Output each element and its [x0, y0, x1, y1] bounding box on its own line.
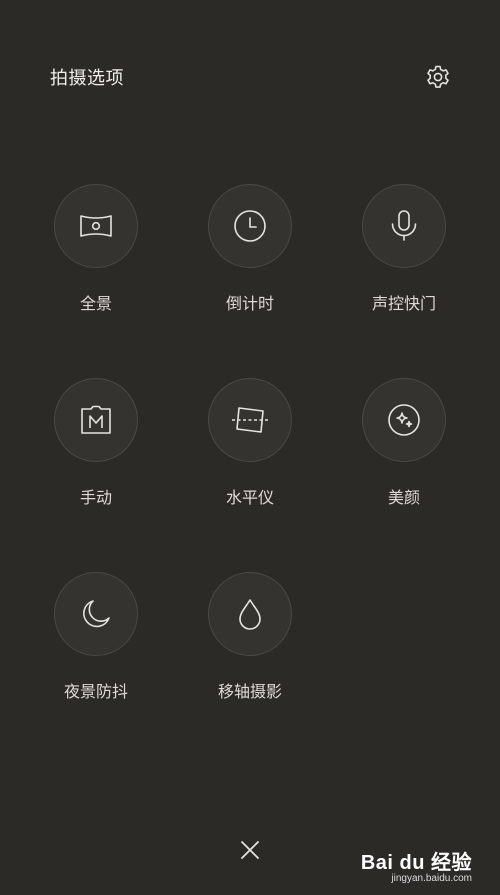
- manual-icon: [81, 405, 111, 434]
- option-night-stabilization[interactable]: 夜景防抖: [36, 572, 156, 702]
- option-voice-shutter[interactable]: 声控快门: [344, 184, 464, 314]
- option-timer[interactable]: 倒计时: [190, 184, 310, 314]
- beauty-icon: [388, 404, 420, 436]
- option-beauty[interactable]: 美颜: [344, 378, 464, 508]
- option-label: 美颜: [387, 488, 420, 507]
- option-label: 手动: [79, 488, 112, 507]
- option-level[interactable]: 水平仪: [190, 378, 310, 508]
- option-label: 水平仪: [225, 488, 274, 507]
- watermark-url: jingyan.baidu.com: [391, 873, 472, 884]
- option-panorama[interactable]: 全景: [36, 184, 156, 314]
- option-label: 声控快门: [371, 294, 436, 313]
- panorama-icon: [80, 215, 112, 237]
- page-title: 拍摄选项: [50, 68, 124, 89]
- level-icon: [232, 407, 268, 433]
- close-button[interactable]: [236, 836, 264, 864]
- moon-icon: [83, 600, 110, 628]
- baidu-jingyan-watermark: Bai du 经验 jingyan.baidu.com: [361, 853, 472, 885]
- tilt-shift-drop-icon: [239, 599, 261, 630]
- microphone-icon: [391, 210, 417, 241]
- option-label: 全景: [79, 294, 112, 313]
- voice-shutter-button[interactable]: [362, 184, 446, 268]
- option-label: 移轴摄影: [217, 682, 282, 701]
- option-tilt-shift[interactable]: 移轴摄影: [190, 572, 310, 702]
- option-manual[interactable]: 手动: [36, 378, 156, 508]
- level-button[interactable]: [208, 378, 292, 462]
- option-label: 倒计时: [225, 294, 274, 313]
- timer-icon: [234, 210, 266, 242]
- gear-icon: [427, 65, 449, 88]
- option-label: 夜景防抖: [63, 682, 128, 701]
- settings-button[interactable]: [424, 63, 452, 91]
- timer-button[interactable]: [208, 184, 292, 268]
- panorama-button[interactable]: [54, 184, 138, 268]
- beauty-button[interactable]: [362, 378, 446, 462]
- close-icon: [241, 841, 259, 859]
- night-stabilization-button[interactable]: [54, 572, 138, 656]
- manual-button[interactable]: [54, 378, 138, 462]
- tilt-shift-button[interactable]: [208, 572, 292, 656]
- watermark-brand: Bai du 经验: [360, 852, 472, 874]
